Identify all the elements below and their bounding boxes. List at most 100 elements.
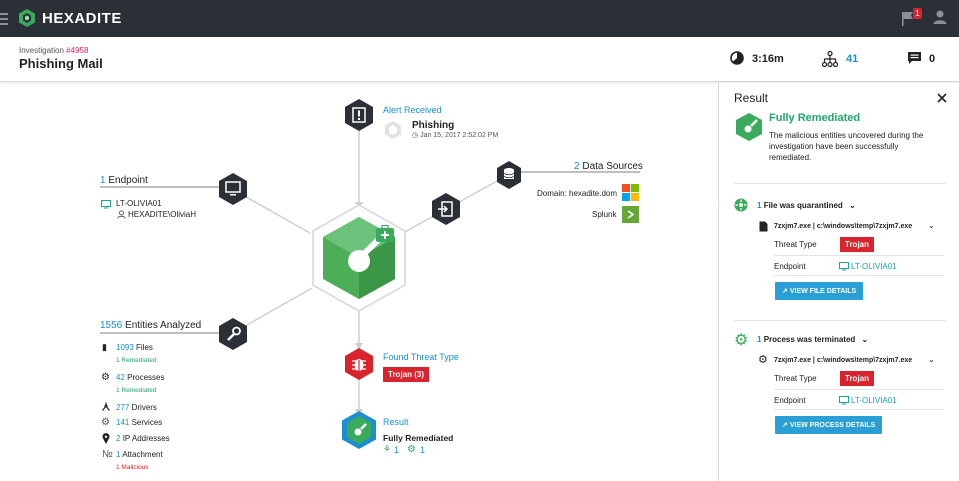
process-path[interactable]: 7zxjm7.exe | c:\windows\temp\7zxjm7.exe (774, 357, 912, 364)
bug-hex-icon[interactable] (344, 347, 374, 381)
clock-small-icon: ◷ (412, 132, 419, 139)
investigation-label-text: Investigation (19, 46, 64, 55)
entity-attachment[interactable]: 1 Attachment (116, 450, 163, 459)
alert-hex-icon[interactable] (344, 98, 374, 132)
entity-attachment-count: 1 (116, 450, 121, 459)
panel-description-2: investigation have been successfully (769, 142, 899, 151)
entity-ips-label: IP Addresses (122, 434, 170, 443)
driver-icon (102, 402, 110, 411)
user-small-icon (117, 210, 126, 219)
divider (774, 275, 944, 276)
monitor-icon (839, 396, 849, 405)
entity-services[interactable]: 141 Services (116, 418, 162, 427)
view-process-details-label: VIEW PROCESS DETAILS (789, 422, 876, 429)
remediated-hex-icon (736, 113, 762, 141)
entity-processes-note: 1 Remediated (116, 387, 157, 394)
paperclip-icon: № (102, 449, 113, 460)
file-threat-label: Threat Type (774, 240, 817, 249)
view-process-details-button[interactable]: ↗ VIEW PROCESS DETAILS (775, 416, 883, 434)
entities-heading[interactable]: 1556 Entities Analyzed (100, 320, 201, 331)
medkit-icon (376, 225, 394, 242)
file-small-icon (759, 221, 768, 232)
file-section-heading[interactable]: 1 File was quarantined ⌄ (757, 201, 856, 210)
chevron-down-icon: ⌄ (861, 335, 869, 344)
data-sources-heading[interactable]: 2 Data Sources (574, 161, 643, 172)
process-small-gear-icon: ⚙ (758, 354, 768, 366)
process-gear-icon: ⚙ (734, 332, 749, 349)
location-pin-icon (102, 433, 110, 444)
entity-files-count: 1093 (116, 343, 134, 352)
result-panel: Result Fully Remediated The malicious en… (719, 83, 959, 481)
file-path[interactable]: 7zxjm7.exe | c:\windows\temp\7zxjm7.exe (774, 223, 912, 230)
entity-ips-count: 2 (116, 434, 121, 443)
top-bar: HEXADITE 1 (0, 0, 959, 37)
network-icon (822, 51, 838, 67)
file-threat-tag[interactable]: Trojan (840, 237, 875, 252)
entity-drivers[interactable]: 277 Drivers (116, 403, 157, 412)
menu-icon[interactable] (0, 13, 8, 28)
investigation-number[interactable]: #4958 (66, 46, 88, 55)
entities-analyzed-label: Entities Analyzed (125, 320, 202, 331)
panel-description-3: remediated. (769, 153, 812, 162)
duration-value: 3:16m (752, 53, 784, 65)
gear-icon: ⚙ (101, 372, 110, 383)
endpoint-label: Endpoint (108, 175, 148, 186)
hexadite-logo-icon (19, 9, 35, 27)
quarantine-small-icon: ⚘ (383, 444, 392, 454)
notification-badge: 1 (913, 8, 922, 19)
import-hex-icon[interactable] (431, 192, 461, 226)
close-icon[interactable] (937, 93, 947, 103)
comments-value: 0 (929, 53, 936, 65)
entity-processes[interactable]: 42 Processes (116, 373, 165, 382)
entities-analyzed-count: 1556 (100, 320, 123, 331)
entity-files[interactable]: 1093 Files (116, 343, 153, 352)
endpoint-heading[interactable]: 1 Endpoint (100, 175, 148, 186)
file-section-label: File was quarantined (763, 201, 843, 210)
alert-source-icon (385, 121, 401, 139)
divider (734, 183, 946, 184)
entity-attachment-label: Attachment (122, 450, 163, 459)
data-source-domain: Domain: hexadite.dom (537, 189, 618, 198)
process-endpoint-label: Endpoint (774, 396, 806, 405)
wrench-hex-icon[interactable] (218, 317, 248, 351)
database-hex-icon[interactable] (496, 160, 522, 190)
file-endpoint-link[interactable]: LT-OLIVIA01 (851, 262, 897, 271)
external-link-icon: ↗ (782, 422, 788, 429)
process-chevron-icon[interactable]: ⌄ (928, 355, 935, 364)
monitor-icon (839, 262, 849, 271)
result-title[interactable]: Result (383, 417, 409, 427)
monitor-icon (101, 200, 111, 209)
alert-date-value: Jan 15, 2017 2:52:02 PM (420, 132, 499, 139)
entity-ips[interactable]: 2 IP Addresses (116, 434, 170, 443)
result-count-processes: 1 (420, 445, 426, 455)
result-hex-icon[interactable] (341, 410, 377, 450)
view-file-details-button[interactable]: ↗ VIEW FILE DETAILS (775, 282, 864, 300)
file-chevron-icon[interactable]: ⌄ (928, 221, 935, 230)
threat-title[interactable]: Found Threat Type (383, 352, 459, 362)
result-status: Fully Remediated (383, 433, 454, 443)
file-icon: ▮ (102, 342, 107, 352)
entity-files-note: 1 Remediated (116, 357, 157, 364)
center-remediated-hex-icon[interactable] (309, 203, 409, 313)
endpoint-hex-icon[interactable] (218, 172, 248, 206)
entity-drivers-label: Drivers (131, 403, 157, 412)
divider (774, 255, 944, 256)
splunk-icon (622, 206, 639, 223)
data-sources-label: Data Sources (582, 161, 643, 172)
alert-title[interactable]: Alert Received (383, 105, 442, 115)
process-section-count: 1 (757, 335, 762, 344)
process-section-heading[interactable]: 1 Process was terminated ⌄ (757, 335, 868, 344)
result-count-files: 1 (394, 445, 400, 455)
comment-icon (908, 52, 921, 64)
endpoint-count: 1 (100, 175, 106, 186)
threat-tag[interactable]: Trojan (3) (383, 367, 430, 382)
process-threat-tag[interactable]: Trojan (840, 371, 875, 386)
process-endpoint-link[interactable]: LT-OLIVIA01 (851, 396, 897, 405)
divider (734, 320, 946, 321)
endpoint-host[interactable]: LT-OLIVIA01 (116, 199, 162, 208)
investigation-graph: Alert Received Phishing ◷ Jan 15, 2017 2… (0, 83, 718, 481)
entity-drivers-count: 277 (116, 403, 130, 412)
user-icon[interactable] (932, 9, 948, 25)
divider (774, 409, 944, 410)
page-title: Phishing Mail (19, 56, 103, 71)
